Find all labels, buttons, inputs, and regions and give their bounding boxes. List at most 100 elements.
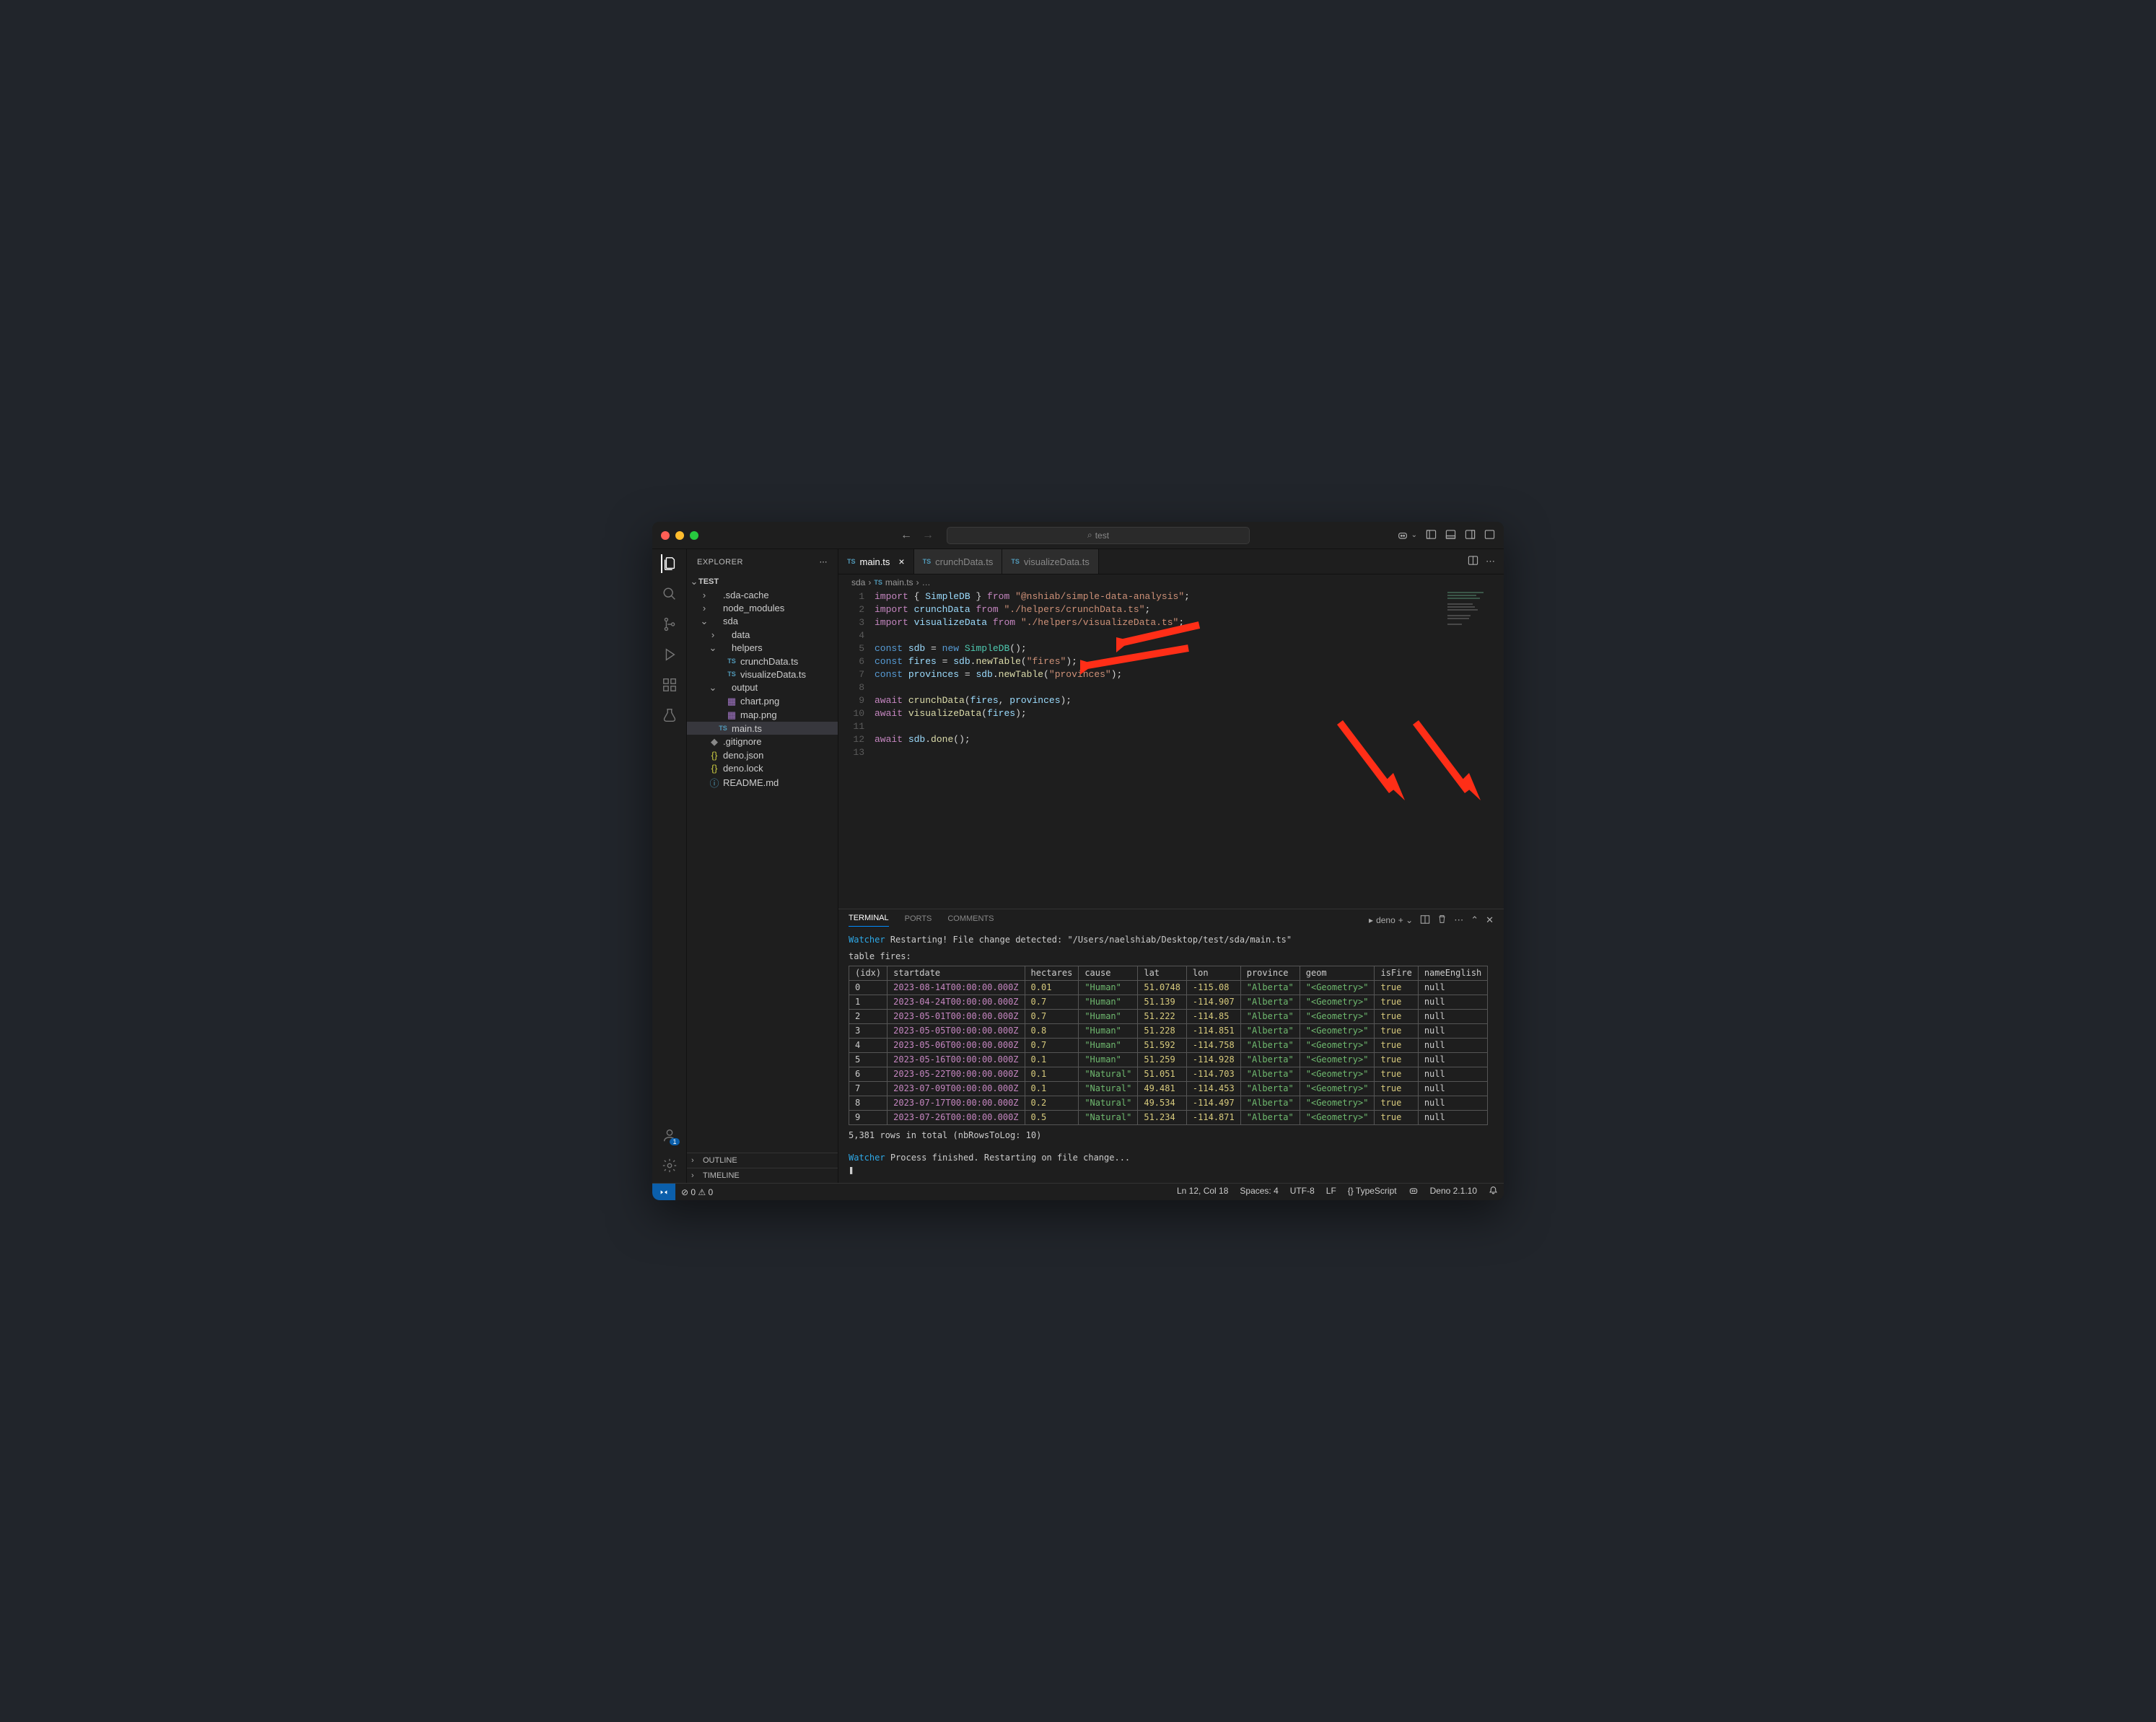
- js-icon: {}: [709, 750, 720, 761]
- sidebar-more-icon[interactable]: ⋯: [820, 557, 828, 567]
- sidebar-title: EXPLORER: [697, 558, 743, 567]
- extensions-icon[interactable]: [661, 676, 678, 694]
- layout-editor-icon[interactable]: [1426, 529, 1437, 542]
- layout-sidebar-right-icon[interactable]: [1465, 529, 1476, 542]
- problems-status[interactable]: ⊘ 0 ⚠ 0: [675, 1187, 719, 1197]
- accounts-badge: 1: [670, 1138, 679, 1145]
- remote-indicator[interactable]: [652, 1184, 675, 1200]
- indentation[interactable]: Spaces: 4: [1234, 1186, 1284, 1198]
- table-row: 22023-05-01T00:00:00.000Z0.7"Human"51.22…: [849, 1010, 1488, 1024]
- ts-icon: TS: [726, 670, 737, 678]
- gi-icon: ◆: [709, 736, 720, 748]
- close-window[interactable]: [661, 531, 670, 540]
- ts-icon: TS: [923, 558, 932, 565]
- minimap[interactable]: [1446, 590, 1504, 634]
- timeline-section[interactable]: ›TIMELINE: [687, 1168, 838, 1183]
- tree-item[interactable]: ⌄sda: [687, 614, 838, 628]
- table-row: 82023-07-17T00:00:00.000Z0.2"Natural"49.…: [849, 1096, 1488, 1111]
- code-editor[interactable]: 12345678910111213 import { SimpleDB } fr…: [838, 590, 1504, 909]
- bottom-panel: TERMINAL PORTS COMMENTS ▸ deno + ⌄ ⋯ ⌃ ✕…: [838, 909, 1504, 1183]
- notifications-icon[interactable]: [1483, 1186, 1504, 1198]
- js-icon: {}: [709, 763, 720, 774]
- tree-item[interactable]: {}deno.lock: [687, 761, 838, 774]
- source-control-icon[interactable]: [661, 616, 678, 633]
- img-icon: ▦: [726, 696, 737, 707]
- maximize-window[interactable]: [690, 531, 698, 540]
- split-terminal-icon[interactable]: [1420, 914, 1430, 927]
- tree-item[interactable]: ⓘREADME.md: [687, 774, 838, 790]
- outline-section[interactable]: ›OUTLINE: [687, 1153, 838, 1168]
- tree-item[interactable]: ⌄output: [687, 681, 838, 694]
- vscode-window: ← → ⌕ test ⌄: [652, 522, 1504, 1200]
- terminal-output[interactable]: Watcher Restarting! File change detected…: [838, 931, 1504, 1183]
- close-tab-icon[interactable]: ×: [898, 556, 904, 567]
- tree-item[interactable]: ›node_modules: [687, 601, 838, 614]
- editor-tab[interactable]: TSmain.ts×: [838, 549, 914, 574]
- explorer-sidebar: EXPLORER ⋯ ⌄ TEST ›.sda-cache›node_modul…: [687, 549, 838, 1183]
- ts-icon: TS: [726, 657, 737, 665]
- tree-item[interactable]: ▦chart.png: [687, 694, 838, 708]
- more-actions-icon[interactable]: ⋯: [1486, 556, 1495, 567]
- editor-area: TSmain.ts×TScrunchData.tsTSvisualizeData…: [838, 549, 1504, 1183]
- language-mode[interactable]: {} TypeScript: [1342, 1186, 1403, 1198]
- debug-icon[interactable]: [661, 646, 678, 663]
- tree-item[interactable]: {}deno.json: [687, 748, 838, 761]
- editor-tab[interactable]: TSvisualizeData.ts: [1002, 549, 1099, 574]
- minimize-window[interactable]: [675, 531, 684, 540]
- explorer-icon[interactable]: [661, 555, 678, 572]
- data-table: (idx)startdatehectarescauselatlonprovinc…: [849, 966, 1488, 1125]
- table-row: 02023-08-14T00:00:00.000Z0.01"Human"51.0…: [849, 981, 1488, 995]
- search-icon[interactable]: [661, 585, 678, 603]
- eol[interactable]: LF: [1320, 1186, 1342, 1198]
- traffic-lights: [661, 531, 698, 540]
- layout-panel-icon[interactable]: [1445, 529, 1456, 542]
- tree-root[interactable]: ⌄ TEST: [687, 574, 838, 588]
- accounts-icon[interactable]: 1: [661, 1127, 678, 1144]
- table-row: 92023-07-26T00:00:00.000Z0.5"Natural"51.…: [849, 1111, 1488, 1125]
- nav-back-icon[interactable]: ←: [900, 529, 912, 542]
- tree-item[interactable]: ›.sda-cache: [687, 588, 838, 601]
- titlebar: ← → ⌕ test ⌄: [652, 522, 1504, 549]
- ts-icon: TS: [717, 725, 729, 732]
- table-name: table fires:: [849, 950, 1494, 963]
- panel-more-icon[interactable]: ⋯: [1454, 914, 1463, 926]
- copilot-icon[interactable]: ⌄: [1397, 530, 1417, 541]
- nav-arrows: ← →: [900, 529, 934, 542]
- tree-item[interactable]: ⌄helpers: [687, 641, 838, 655]
- file-tree: ⌄ TEST ›.sda-cache›node_modules⌄sda›data…: [687, 574, 838, 1153]
- tree-item[interactable]: ›data: [687, 628, 838, 641]
- tree-item[interactable]: ▦map.png: [687, 708, 838, 722]
- panel-tab-ports[interactable]: PORTS: [905, 914, 932, 927]
- tree-item[interactable]: TSmain.ts: [687, 722, 838, 735]
- search-text: test: [1095, 530, 1109, 541]
- editor-tab[interactable]: TScrunchData.ts: [914, 549, 1003, 574]
- table-row: 32023-05-05T00:00:00.000Z0.8"Human"51.22…: [849, 1024, 1488, 1039]
- tree-item[interactable]: TScrunchData.ts: [687, 655, 838, 668]
- ts-icon: TS: [1011, 558, 1020, 565]
- ts-icon: TS: [847, 558, 856, 565]
- encoding[interactable]: UTF-8: [1284, 1186, 1320, 1198]
- testing-icon[interactable]: [661, 707, 678, 724]
- panel-tab-comments[interactable]: COMMENTS: [947, 914, 994, 927]
- search-icon: ⌕: [1087, 530, 1092, 541]
- img-icon: ▦: [726, 709, 737, 721]
- runtime[interactable]: Deno 2.1.10: [1424, 1186, 1483, 1198]
- nav-forward-icon[interactable]: →: [922, 529, 934, 542]
- tab-bar: TSmain.ts×TScrunchData.tsTSvisualizeData…: [838, 549, 1504, 574]
- copilot-status-icon[interactable]: [1403, 1186, 1424, 1198]
- command-center[interactable]: ⌕ test: [947, 527, 1250, 544]
- cursor-position[interactable]: Ln 12, Col 18: [1171, 1186, 1234, 1198]
- activity-bar: 1: [652, 549, 687, 1183]
- tree-item[interactable]: ◆.gitignore: [687, 735, 838, 748]
- breadcrumb[interactable]: sda› TS main.ts› …: [838, 574, 1504, 590]
- settings-gear-icon[interactable]: [661, 1157, 678, 1174]
- tree-item[interactable]: TSvisualizeData.ts: [687, 668, 838, 681]
- table-row: 72023-07-09T00:00:00.000Z0.1"Natural"49.…: [849, 1082, 1488, 1096]
- split-editor-icon[interactable]: [1468, 555, 1478, 568]
- kill-terminal-icon[interactable]: [1437, 914, 1447, 926]
- maximize-panel-icon[interactable]: ⌃: [1471, 914, 1478, 926]
- close-panel-icon[interactable]: ✕: [1486, 914, 1494, 926]
- panel-tab-terminal[interactable]: TERMINAL: [849, 914, 889, 927]
- terminal-shell-picker[interactable]: ▸ deno + ⌄: [1369, 915, 1413, 925]
- customize-layout-icon[interactable]: [1484, 529, 1495, 542]
